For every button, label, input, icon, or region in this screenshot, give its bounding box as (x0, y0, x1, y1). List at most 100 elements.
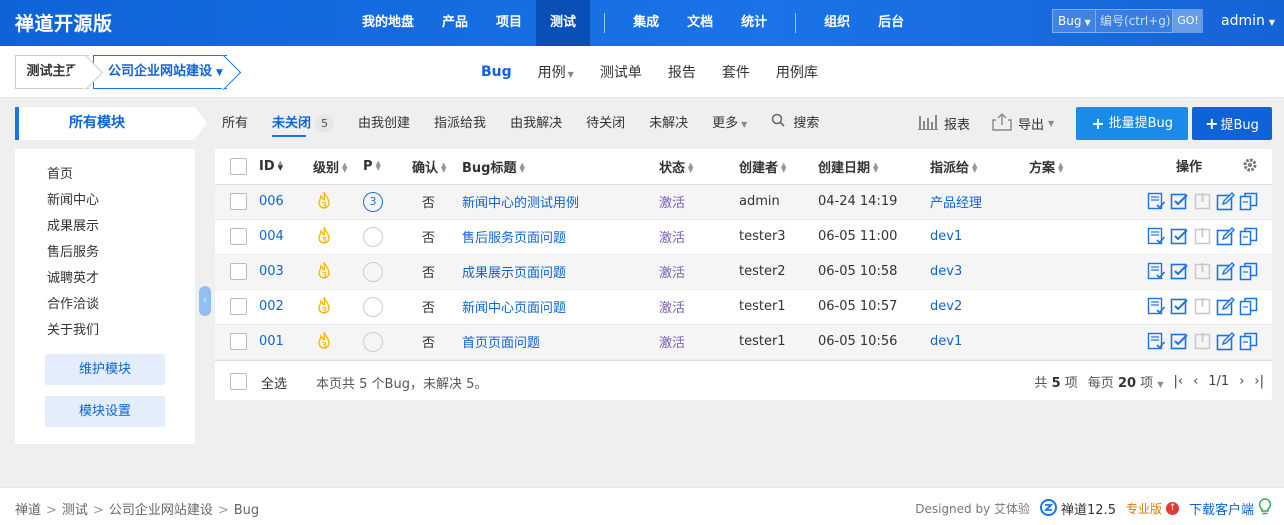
row-checkbox[interactable] (230, 228, 247, 245)
search-input[interactable] (1096, 9, 1173, 33)
batch-create-bug-button[interactable]: + 批量提Bug (1076, 107, 1189, 140)
bug-id-link[interactable]: 001 (259, 334, 284, 349)
header-creator[interactable]: 创建者 ▲ ▼ (739, 149, 818, 185)
nav-project[interactable]: 项目 (482, 0, 536, 46)
bug-id-link[interactable]: 002 (259, 299, 284, 314)
filter-assigned-to-me[interactable]: 指派给我 (434, 107, 486, 140)
header-assigned[interactable]: 指派给 ▲ ▼ (930, 149, 1029, 185)
filter-unresolved[interactable]: 未解决 (649, 107, 688, 140)
table-row[interactable]: 002 3 否 新闻中心页面问题 激活 tester1 06-05 10:57 dev2 (215, 289, 1272, 324)
table-row[interactable]: 004 3 否 售后服务页面问题 激活 tester3 06-05 11:00 dev1 (215, 219, 1272, 254)
table-row[interactable]: 006 3 3 否 新闻中心的测试用例 激活 admin 04-24 14:19 产品经理 (215, 184, 1272, 219)
last-page-icon[interactable]: ›| (1254, 374, 1264, 389)
module-settings-button[interactable]: 模块设置 (45, 396, 165, 427)
tab-report[interactable]: 报告 (655, 62, 709, 82)
bug-title-link[interactable]: 新闻中心的测试用例 (462, 196, 579, 211)
nav-my[interactable]: 我的地盘 (348, 0, 428, 46)
nav-ci[interactable]: 集成 (619, 0, 673, 46)
row-checkbox[interactable] (230, 263, 247, 280)
edit-icon[interactable] (1216, 297, 1235, 316)
module-item[interactable]: 首页 (47, 162, 195, 188)
bug-title-link[interactable]: 成果展示页面问题 (462, 266, 566, 281)
confirm-icon[interactable] (1147, 297, 1166, 316)
bug-title-link[interactable]: 售后服务页面问题 (462, 231, 566, 246)
header-title[interactable]: Bug标题 ▲ ▼ (462, 149, 659, 185)
nav-doc[interactable]: 文档 (673, 0, 727, 46)
designed-by[interactable]: Designed by 艾体验 (915, 500, 1030, 517)
confirm-icon[interactable] (1147, 227, 1166, 246)
copy-icon[interactable] (1239, 332, 1258, 351)
nav-product[interactable]: 产品 (428, 0, 482, 46)
header-solution[interactable]: 方案 ▲ ▼ (1029, 149, 1119, 185)
edit-icon[interactable] (1216, 227, 1235, 246)
select-all-label[interactable]: 全选 (261, 373, 287, 392)
table-row[interactable]: 003 3 否 成果展示页面问题 激活 tester2 06-05 10:58 dev3 (215, 254, 1272, 289)
per-page-select[interactable]: 每页 20 项 ▼ (1088, 372, 1164, 391)
footer-select-all-checkbox[interactable] (230, 373, 247, 390)
crumb-test-home[interactable]: 测试主页 (15, 55, 89, 89)
row-checkbox[interactable] (230, 193, 247, 210)
first-page-icon[interactable]: |‹ (1173, 374, 1183, 389)
bug-id-link[interactable]: 003 (259, 264, 284, 279)
module-item[interactable]: 关于我们 (47, 318, 195, 344)
search-go-button[interactable]: GO! (1173, 9, 1203, 33)
nav-admin[interactable]: 后台 (864, 0, 918, 46)
module-item[interactable]: 新闻中心 (47, 188, 195, 214)
bug-title-link[interactable]: 新闻中心页面问题 (462, 301, 566, 316)
bug-id-link[interactable]: 006 (259, 194, 284, 209)
brand-logo[interactable]: 禅道开源版 (15, 9, 113, 36)
row-checkbox[interactable] (230, 298, 247, 315)
module-item[interactable]: 成果展示 (47, 214, 195, 240)
export-button[interactable]: 导出 ▼ (992, 112, 1054, 135)
resolve-icon[interactable] (1170, 262, 1189, 281)
confirm-icon[interactable] (1147, 192, 1166, 211)
tab-testtask[interactable]: 测试单 (587, 62, 655, 82)
search-type-select[interactable]: Bug ▼ (1052, 9, 1096, 33)
module-item[interactable]: 售后服务 (47, 240, 195, 266)
assigned-to-link[interactable]: 产品经理 (930, 196, 982, 211)
report-button[interactable]: 报表 (918, 113, 970, 134)
bug-id-link[interactable]: 004 (259, 229, 284, 244)
edit-icon[interactable] (1216, 332, 1235, 351)
confirm-icon[interactable] (1147, 262, 1166, 281)
copy-icon[interactable] (1239, 297, 1258, 316)
user-menu[interactable]: admin ▼ (1221, 13, 1275, 29)
header-date[interactable]: 创建日期 ▲ ▼ (818, 149, 930, 185)
header-pri[interactable]: P ▲ ▼ (363, 149, 412, 185)
select-all-checkbox[interactable] (230, 157, 247, 175)
nav-test[interactable]: 测试 (536, 0, 591, 46)
version-label[interactable]: 禅道12.5 (1061, 499, 1116, 518)
crumb-project-select[interactable]: 公司企业网站建设 ▼ (93, 55, 227, 89)
search-toggle[interactable]: 搜索 (771, 107, 819, 140)
bug-title-link[interactable]: 首页页面问题 (462, 336, 540, 351)
filter-more[interactable]: 更多 ▼ (712, 107, 747, 140)
gear-icon[interactable] (1242, 157, 1258, 177)
copy-icon[interactable] (1239, 192, 1258, 211)
next-page-icon[interactable]: › (1239, 374, 1244, 389)
tab-bug[interactable]: Bug (468, 64, 525, 80)
resolve-icon[interactable] (1170, 332, 1189, 351)
maintain-module-button[interactable]: 维护模块 (45, 354, 165, 385)
resolve-icon[interactable] (1170, 192, 1189, 211)
pro-edition-link[interactable]: 专业版 (1126, 500, 1162, 517)
all-modules-tab[interactable]: 所有模块 (15, 107, 207, 140)
assigned-to-link[interactable]: dev1 (930, 334, 962, 349)
filter-opened-by-me[interactable]: 由我创建 (358, 107, 410, 140)
assigned-to-link[interactable]: dev3 (930, 264, 962, 279)
tab-caselib[interactable]: 用例库 (763, 62, 831, 82)
nav-report[interactable]: 统计 (727, 0, 781, 46)
copy-icon[interactable] (1239, 227, 1258, 246)
footer-crumb[interactable]: 禅道 (15, 503, 41, 518)
edit-icon[interactable] (1216, 262, 1235, 281)
create-bug-button[interactable]: + 提Bug (1192, 107, 1272, 140)
filter-unclosed[interactable]: 未关闭 5 (272, 107, 335, 140)
edit-icon[interactable] (1216, 192, 1235, 211)
tab-suite[interactable]: 套件 (709, 62, 763, 82)
header-severity[interactable]: 级别 ▲ ▼ (313, 149, 363, 185)
assigned-to-link[interactable]: dev2 (930, 299, 962, 314)
filter-to-close[interactable]: 待关闭 (586, 107, 625, 140)
table-row[interactable]: 001 3 否 首页页面问题 激活 tester1 06-05 10:56 dev1 (215, 324, 1272, 359)
filter-resolved-by-me[interactable]: 由我解决 (510, 107, 562, 140)
header-status[interactable]: 状态 ▲ ▼ (659, 149, 739, 185)
copy-icon[interactable] (1239, 262, 1258, 281)
